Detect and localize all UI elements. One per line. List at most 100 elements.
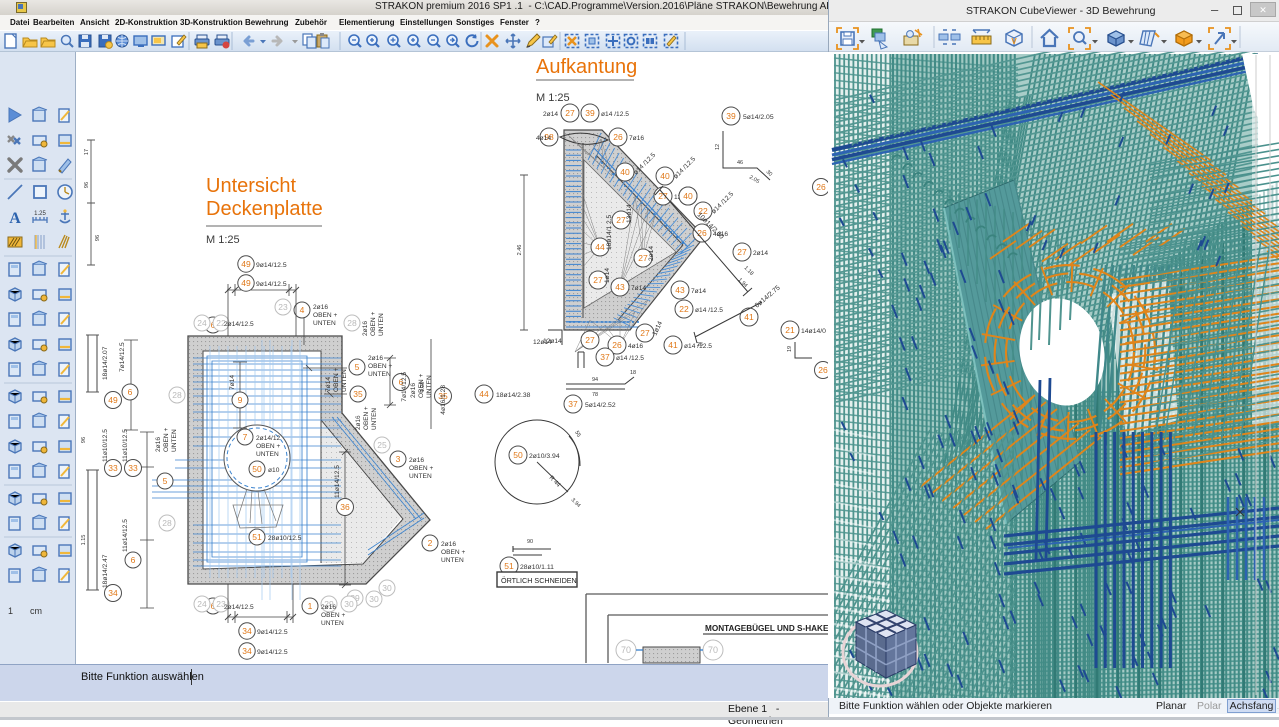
svg-text:51: 51 (504, 561, 514, 571)
svg-text:26: 26 (818, 365, 828, 375)
svg-text:24: 24 (197, 599, 207, 609)
svg-text:26: 26 (613, 132, 623, 142)
svg-text:cm: cm (30, 606, 42, 616)
svg-text:70: 70 (621, 645, 631, 655)
svg-text:7ø14: 7ø14 (325, 377, 332, 392)
svg-text:7ø14: 7ø14 (691, 288, 706, 295)
svg-text:40: 40 (683, 191, 693, 201)
svg-text:21: 21 (785, 325, 795, 335)
svg-text:44: 44 (479, 389, 489, 399)
svg-text:UNTEN: UNTEN (378, 313, 385, 336)
svg-text:MONTAGEBÜGEL UND S-HAKEN: MONTAGEBÜGEL UND S-HAKEN (705, 623, 830, 633)
svg-text:1: 1 (308, 601, 313, 611)
svg-text:18ø14/1 2.5: 18ø14/1 2.5 (606, 214, 613, 250)
svg-text:35: 35 (353, 389, 363, 399)
svg-text:3: 3 (396, 454, 401, 464)
svg-text:43: 43 (615, 282, 625, 292)
svg-text:ø10: ø10 (268, 467, 280, 474)
svg-text:37: 37 (600, 352, 610, 362)
svg-text:33: 33 (108, 463, 118, 473)
svg-text:5ø14/2.05: 5ø14/2.05 (743, 114, 774, 121)
svg-text:2ø14: 2ø14 (648, 246, 655, 261)
svg-text:2ø16: 2ø16 (155, 437, 162, 452)
svg-text:40: 40 (660, 171, 670, 181)
svg-text:37: 37 (568, 399, 578, 409)
svg-text:94: 94 (592, 377, 598, 383)
svg-text:V: V (1011, 37, 1017, 46)
svg-text:UNTEN: UNTEN (341, 369, 348, 392)
svg-text:26: 26 (816, 182, 826, 192)
svg-text:UNTEN: UNTEN (409, 473, 432, 480)
svg-text:11ø10/12.5: 11ø10/12.5 (102, 429, 109, 462)
svg-text:12ø14: 12ø14 (533, 339, 552, 346)
svg-text:OBEN +: OBEN + (321, 612, 346, 619)
svg-text:27: 27 (638, 253, 648, 263)
svg-text:27: 27 (640, 328, 650, 338)
svg-text:2ø16: 2ø16 (409, 457, 424, 464)
svg-text:1.18: 1.18 (743, 265, 755, 277)
svg-text:ø14 /12.5: ø14 /12.5 (695, 307, 723, 314)
svg-text:OBEN +: OBEN + (313, 312, 338, 319)
svg-text:ø14 /12.5: ø14 /12.5 (616, 355, 644, 362)
svg-text:2: 2 (428, 538, 433, 548)
svg-text:18: 18 (630, 370, 636, 376)
svg-text:18ø14/2.38: 18ø14/2.38 (496, 392, 531, 399)
svg-text:49: 49 (108, 395, 118, 405)
svg-text:41: 41 (668, 340, 678, 350)
svg-text:3.94: 3.94 (570, 497, 582, 509)
svg-text:2ø16: 2ø16 (313, 304, 328, 311)
svg-text:9ø14/12.5: 9ø14/12.5 (256, 262, 287, 269)
svg-text:11ø14/12.5: 11ø14/12.5 (334, 465, 341, 498)
svg-text:23: 23 (278, 302, 288, 312)
svg-text:2ø14: 2ø14 (543, 111, 558, 118)
svg-text:25: 25 (697, 342, 703, 348)
svg-text:7ø14: 7ø14 (631, 285, 646, 292)
svg-text:Untersicht: Untersicht (206, 175, 296, 197)
svg-text:1: 1 (8, 606, 13, 616)
svg-text:36: 36 (340, 502, 350, 512)
svg-text:27: 27 (565, 108, 575, 118)
svg-text:6: 6 (131, 555, 136, 565)
svg-text:1ø14: 1ø14 (651, 320, 664, 337)
svg-text:9ø14/12.5: 9ø14/12.5 (257, 649, 288, 656)
svg-text:5: 5 (355, 362, 360, 372)
svg-text:96: 96 (84, 182, 90, 188)
svg-text:2ø16: 2ø16 (321, 604, 336, 611)
svg-text:28: 28 (172, 390, 182, 400)
svg-text:UNTEN: UNTEN (313, 320, 336, 327)
svg-text:11ø14/12.5: 11ø14/12.5 (122, 519, 129, 552)
svg-text:5: 5 (163, 476, 168, 486)
svg-text:27: 27 (616, 215, 626, 225)
svg-text:ø14 /12.5: ø14 /12.5 (632, 152, 657, 177)
svg-text:OBEN +: OBEN + (256, 443, 281, 450)
svg-text:27: 27 (737, 247, 747, 257)
svg-text:50: 50 (513, 450, 523, 460)
svg-text:M 1:25: M 1:25 (206, 234, 240, 246)
svg-text:22: 22 (679, 304, 689, 314)
svg-text:2ø16: 2ø16 (362, 321, 369, 336)
svg-text:28ø10/1.11: 28ø10/1.11 (520, 564, 554, 571)
svg-text:4ø14: 4ø14 (536, 135, 551, 142)
svg-text:33: 33 (128, 463, 138, 473)
svg-text:4: 4 (300, 305, 305, 315)
svg-text:26: 26 (612, 340, 622, 350)
svg-text:OBEN +: OBEN + (163, 427, 170, 452)
svg-text:18ø14/2.07: 18ø14/2.07 (102, 346, 109, 380)
svg-text:9ø14/12.5: 9ø14/12.5 (256, 281, 287, 288)
svg-text:27: 27 (585, 335, 595, 345)
svg-text:9ø14/12.5: 9ø14/12.5 (257, 629, 288, 636)
svg-text:2ø14: 2ø14 (753, 250, 768, 257)
svg-text:34: 34 (242, 626, 252, 636)
svg-text:7ø16: 7ø16 (629, 135, 644, 142)
svg-text:ÖRTLICH SCHNEIDEN: ÖRTLICH SCHNEIDEN (501, 576, 577, 585)
svg-text:M 1:25: M 1:25 (536, 92, 570, 104)
svg-text:4ø16: 4ø16 (628, 343, 643, 350)
svg-text:96: 96 (81, 437, 87, 443)
svg-text:11ø10/12.5: 11ø10/12.5 (122, 429, 129, 462)
svg-text:2ø16: 2ø16 (441, 541, 456, 548)
svg-text:25: 25 (377, 440, 387, 450)
svg-text:14ø14/0: 14ø14/0 (801, 328, 826, 335)
svg-text:7ø14/12.5: 7ø14/12.5 (401, 372, 408, 402)
svg-text:UNTEN: UNTEN (371, 408, 378, 430)
svg-text:ø14 /12.5: ø14 /12.5 (601, 111, 629, 118)
